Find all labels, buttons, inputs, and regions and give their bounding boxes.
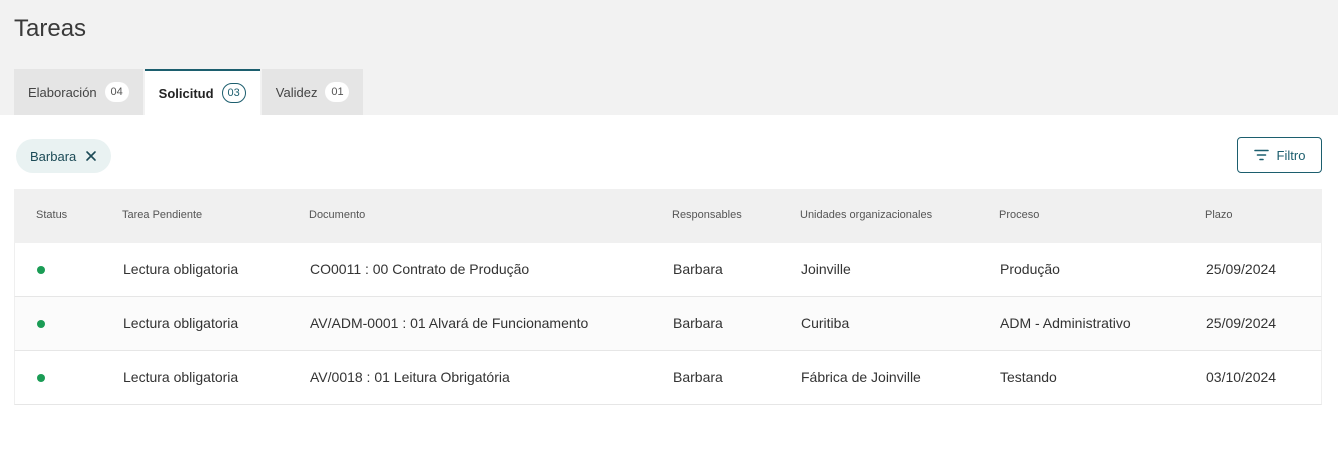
table-row[interactable]: Lectura obligatoria AV/ADM-0001 : 01 Alv… bbox=[14, 297, 1322, 351]
page-header: Tareas Elaboración 04 Solicitud 03 Valid… bbox=[0, 0, 1338, 115]
deadline-cell: 25/09/2024 bbox=[1206, 315, 1277, 331]
responsible-cell: Barbara bbox=[673, 315, 723, 331]
header-process[interactable]: Proceso bbox=[999, 209, 1039, 221]
table-row[interactable]: Lectura obligatoria CO0011 : 00 Contrato… bbox=[14, 243, 1322, 297]
tab-validez[interactable]: Validez 01 bbox=[261, 69, 364, 115]
header-document[interactable]: Documento bbox=[309, 209, 365, 221]
table-header: Status Tarea Pendiente Documento Respons… bbox=[14, 189, 1322, 243]
filter-icon bbox=[1253, 149, 1269, 161]
process-cell: Testando bbox=[1000, 369, 1057, 385]
filter-chip-barbara[interactable]: Barbara bbox=[16, 139, 112, 173]
tasks-table: Status Tarea Pendiente Documento Respons… bbox=[14, 189, 1322, 405]
deadline-cell: 25/09/2024 bbox=[1206, 261, 1277, 277]
document-cell[interactable]: CO0011 : 00 Contrato de Produção bbox=[310, 261, 529, 277]
tab-label: Solicitud bbox=[158, 85, 214, 101]
responsible-cell: Barbara bbox=[673, 261, 723, 277]
responsible-cell: Barbara bbox=[673, 369, 723, 385]
task-cell: Lectura obligatoria bbox=[123, 261, 239, 277]
tab-label: Validez bbox=[275, 84, 318, 100]
count-badge: 03 bbox=[221, 83, 246, 103]
task-cell: Lectura obligatoria bbox=[123, 369, 239, 385]
org-unit-cell: Joinville bbox=[801, 261, 851, 277]
count-badge: 01 bbox=[325, 82, 350, 102]
process-cell: Produção bbox=[1000, 261, 1060, 277]
table-row[interactable]: Lectura obligatoria AV/0018 : 01 Leitura… bbox=[14, 351, 1322, 405]
tab-elaboracion[interactable]: Elaboración 04 bbox=[14, 69, 143, 115]
header-org-units[interactable]: Unidades organizacionales bbox=[800, 209, 932, 221]
tab-solicitud[interactable]: Solicitud 03 bbox=[144, 69, 260, 115]
close-icon[interactable] bbox=[85, 150, 97, 162]
header-status[interactable]: Status bbox=[36, 209, 67, 221]
org-unit-cell: Fábrica de Joinville bbox=[801, 369, 921, 385]
tab-label: Elaboración bbox=[28, 84, 97, 100]
deadline-cell: 03/10/2024 bbox=[1206, 369, 1277, 385]
filter-chip-label: Barbara bbox=[30, 148, 77, 164]
page-title: Tareas bbox=[14, 15, 87, 42]
document-cell[interactable]: AV/0018 : 01 Leitura Obrigatória bbox=[310, 369, 510, 385]
task-cell: Lectura obligatoria bbox=[123, 315, 239, 331]
count-badge: 04 bbox=[104, 82, 129, 102]
org-unit-cell: Curitiba bbox=[801, 315, 850, 331]
header-responsible[interactable]: Responsables bbox=[672, 209, 742, 221]
header-task[interactable]: Tarea Pendiente bbox=[122, 209, 202, 221]
filter-button[interactable]: Filtro bbox=[1237, 137, 1322, 173]
filter-button-label: Filtro bbox=[1276, 147, 1306, 163]
tab-bar: Elaboración 04 Solicitud 03 Validez 01 bbox=[14, 69, 365, 115]
document-cell[interactable]: AV/ADM-0001 : 01 Alvará de Funcionamento bbox=[310, 315, 588, 331]
header-deadline[interactable]: Plazo bbox=[1205, 209, 1233, 221]
status-dot bbox=[37, 266, 45, 274]
status-dot bbox=[37, 320, 45, 328]
process-cell: ADM - Administrativo bbox=[1000, 315, 1131, 331]
status-dot bbox=[37, 374, 45, 382]
